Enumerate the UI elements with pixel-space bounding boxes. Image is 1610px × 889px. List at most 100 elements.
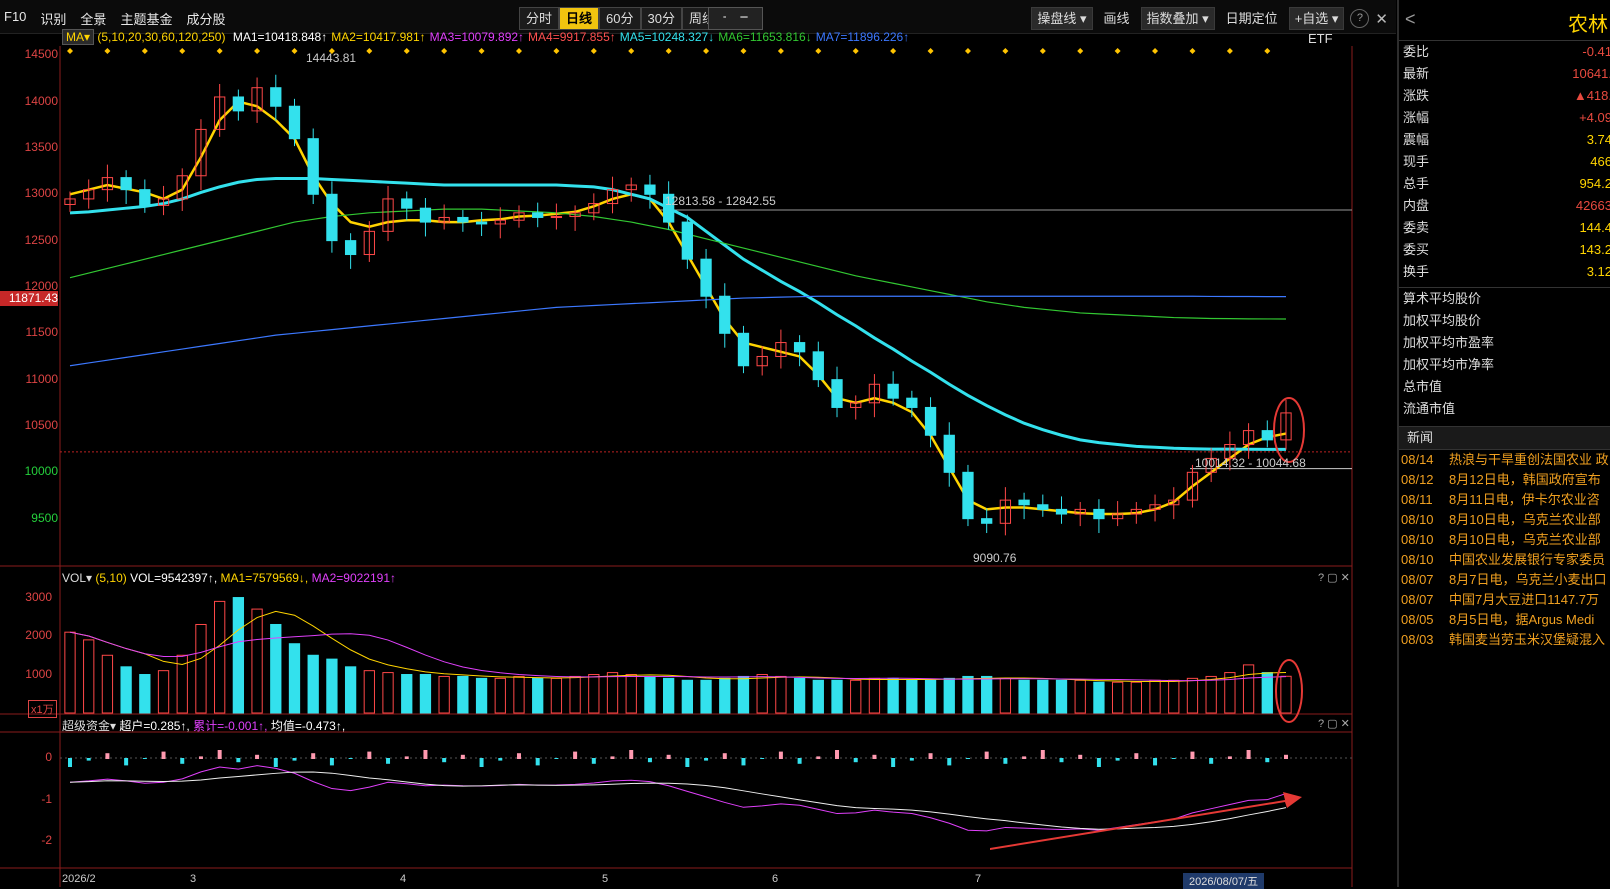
news-header[interactable]: 新闻	[1399, 426, 1610, 450]
volume-bar	[214, 600, 226, 714]
volume-ma1: MA1=7579569↓,	[220, 571, 309, 585]
date-tick-label: 7	[975, 873, 982, 885]
candle-body	[793, 342, 806, 353]
close-icon[interactable]: ✕	[1375, 10, 1388, 28]
news-item[interactable]: 08/03 韩国麦当劳玉米汉堡疑混入	[1399, 630, 1610, 650]
quote-row-value: 143.2	[1579, 242, 1610, 257]
fund-bar	[460, 754, 465, 759]
volume-bar	[663, 677, 675, 714]
price-tick-label: 14000	[24, 93, 58, 108]
fund-bar	[1284, 754, 1288, 759]
fund-bar	[554, 758, 559, 759]
candle-body	[532, 212, 544, 218]
toolbar-link-f10[interactable]: F10	[4, 9, 26, 28]
fund-bar	[872, 754, 877, 759]
news-item[interactable]: 08/07 中国7月大豆进口1147.7万	[1399, 590, 1610, 610]
fund-bar	[1171, 758, 1176, 759]
volume-ma2: MA2=9022191↑	[311, 571, 396, 585]
quote-row-value: 3.74	[1586, 132, 1610, 147]
fund-bar	[984, 751, 989, 759]
period-intraday[interactable]: 分时	[519, 7, 560, 30]
news-item[interactable]: 08/10 中国农业发展银行专家委员	[1399, 550, 1610, 570]
news-date: 08/05	[1401, 612, 1434, 627]
news-item[interactable]: 08/10 8月10日电，乌克兰农业部	[1399, 510, 1610, 530]
news-item[interactable]: 08/10 8月10日电，乌克兰农业部	[1399, 530, 1610, 550]
quote-row-label: 震幅	[1403, 132, 1430, 147]
fund-bar	[348, 758, 353, 759]
candle-body	[326, 193, 338, 242]
fund-bar	[1040, 750, 1045, 759]
volume-bar	[719, 677, 731, 714]
toolbar-link-recognize[interactable]: 识别	[40, 9, 66, 28]
event-marker	[1002, 48, 1009, 54]
fund-bar	[1115, 758, 1120, 761]
kline-chart-canvas[interactable]	[0, 46, 1396, 887]
event-marker	[703, 48, 710, 54]
ma-legend-item: MA1=10418.848↑	[232, 30, 328, 44]
fund-bar	[909, 758, 914, 761]
index-stats: 算术平均股价 加权平均股价 加权平均市盈率 加权平均市净率 总市值 流通市值	[1399, 287, 1610, 420]
instrument-title: 农林	[1568, 14, 1608, 36]
news-headline: 中国农业发展银行专家委员	[1449, 552, 1606, 567]
news-date: 08/07	[1401, 572, 1434, 587]
fund-bar	[1096, 758, 1101, 767]
index-overlay-dropdown[interactable]: 指数叠加 ▾	[1140, 7, 1215, 30]
toolbar-link-overview[interactable]: 全景	[80, 9, 106, 28]
candle-body	[344, 240, 357, 256]
quote-rows: 委比 -0.41 最新 10641. 涨跌 ▲418. 涨幅 +4.09 震幅 3.74 现手 466…	[1399, 41, 1610, 283]
ma-indicator-dropdown[interactable]: MA▾	[62, 29, 95, 45]
news-item[interactable]: 08/07 8月7日电，乌克兰小麦出口	[1399, 570, 1610, 590]
fund-bar	[217, 750, 222, 759]
volume-bar	[83, 639, 95, 714]
trading-line-dropdown[interactable]: 操盘线 ▾	[1031, 7, 1093, 30]
news-item[interactable]: 08/05 8月5日电，据Argus Medi	[1399, 610, 1610, 630]
toolbar-link-constituents[interactable]: 成分股	[186, 9, 225, 28]
volume-tick-label: 1000	[25, 666, 52, 681]
news-item[interactable]: 08/14 热浪与干旱重创法国农业 政	[1399, 450, 1610, 470]
news-date: 08/07	[1401, 592, 1434, 607]
quote-row-label: 现手	[1403, 154, 1430, 169]
help-icon[interactable]: ?	[1350, 9, 1370, 28]
volume-bar	[1018, 679, 1030, 714]
volume-bar	[1149, 679, 1161, 714]
ma-params: (5,10,20,30,60,120,250)	[97, 30, 226, 44]
quote-row: 委卖 144.4	[1399, 217, 1610, 239]
volume-bar	[588, 674, 600, 714]
volume-bar	[1186, 677, 1199, 714]
period-30min[interactable]: 30分	[640, 7, 682, 30]
price-tick-label: 9500	[31, 510, 58, 525]
period-60min[interactable]: 60分	[599, 7, 641, 30]
fund-panel-controls[interactable]: ? ▢ ✕	[1318, 717, 1350, 730]
news-headline: 8月10日电，乌克兰农业部	[1449, 512, 1601, 527]
quote-row: 换手 3.12	[1399, 261, 1610, 283]
price-tick-label: 13500	[24, 139, 58, 154]
back-icon[interactable]: <	[1405, 9, 1416, 30]
zoom-out-button[interactable]: −	[726, 7, 763, 30]
date-locate-button[interactable]: 日期定位	[1221, 8, 1283, 29]
quote-row-value: +4.09	[1579, 110, 1610, 125]
fund-indicator-dropdown[interactable]: 超级资金▾	[62, 719, 116, 733]
fund-bar	[965, 758, 970, 759]
add-watchlist-dropdown[interactable]: +自选 ▾	[1288, 7, 1345, 30]
event-marker	[628, 48, 635, 54]
current-price-marker: 11871.43	[0, 291, 58, 306]
quote-row: 震幅 3.74	[1399, 129, 1610, 151]
news-headline: 8月5日电，据Argus Medi	[1449, 612, 1595, 627]
news-item[interactable]: 08/12 8月12日电，韩国政府宣布	[1399, 470, 1610, 490]
volume-panel-controls[interactable]: ? ▢ ✕	[1318, 571, 1350, 584]
volume-bar	[326, 658, 338, 714]
news-item[interactable]: 08/11 8月11日电，伊卡尔农业咨	[1399, 490, 1610, 510]
period-daily[interactable]: 日线	[559, 7, 600, 30]
volume-indicator-dropdown[interactable]: VOL▾	[62, 571, 92, 585]
ma-legend-item: MA4=9917.855↑	[528, 30, 616, 44]
volume-value: VOL=9542397↑,	[130, 571, 218, 585]
volume-bar	[382, 672, 394, 714]
volume-bar	[251, 608, 263, 714]
news-headline: 8月7日电，乌克兰小麦出口	[1449, 572, 1607, 587]
fund-super-value: 超户=0.285↑,	[119, 719, 190, 733]
index-stat-label: 流通市值	[1403, 401, 1456, 416]
draw-line-button[interactable]: 画线	[1099, 8, 1135, 29]
toolbar-link-theme-fund[interactable]: 主题基金	[120, 9, 172, 28]
volume-bar	[1074, 679, 1086, 714]
volume-bar	[532, 677, 544, 714]
